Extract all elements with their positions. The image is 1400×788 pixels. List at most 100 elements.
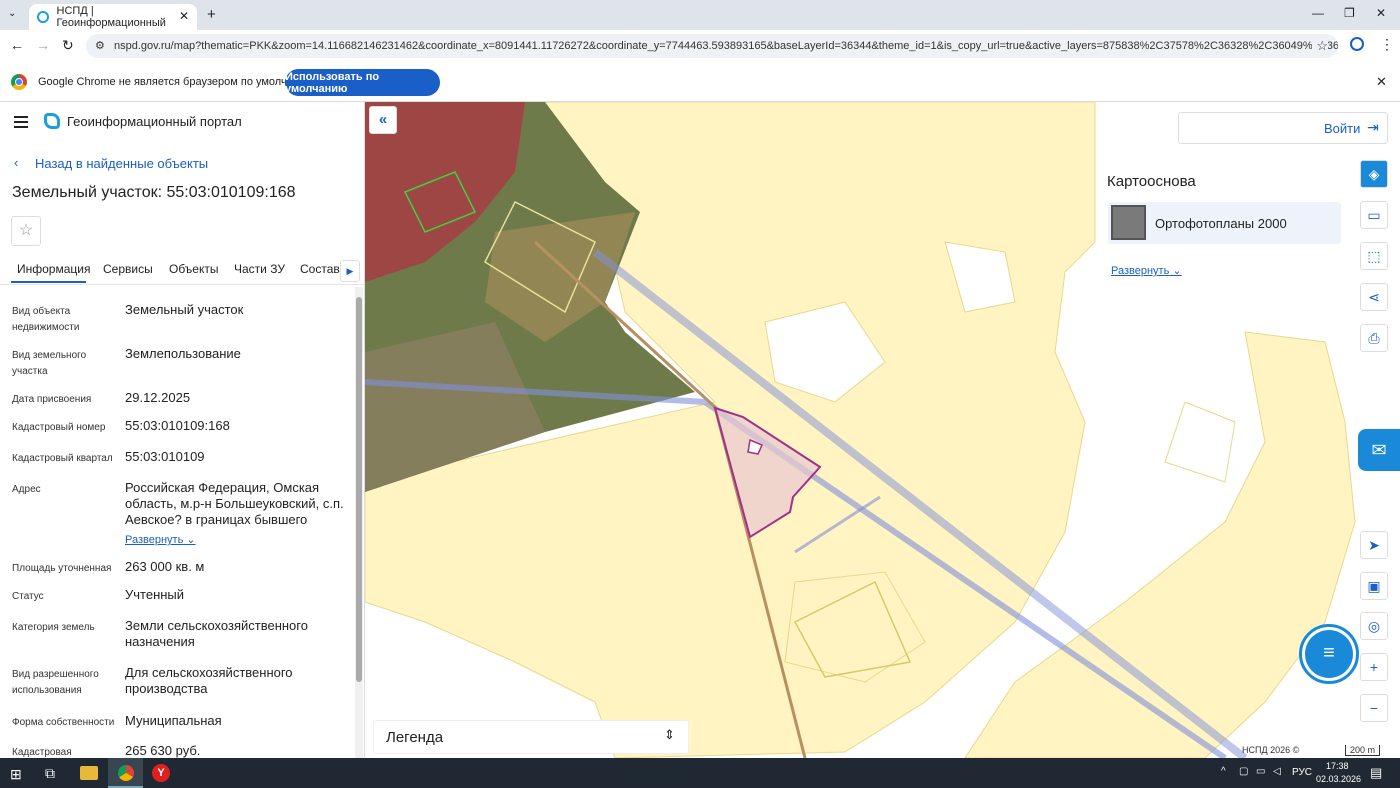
tray-device-icon[interactable]: ▢ [1239, 766, 1248, 777]
area-select-icon[interactable]: ⬚ [1360, 242, 1388, 270]
field-label: Вид земельного участка [12, 350, 87, 377]
field-value: 55:03:010109 [125, 449, 205, 464]
chrome-taskbar-button[interactable] [108, 758, 143, 788]
field-value: Для сельскохозяйственного производства [125, 665, 293, 696]
tray-chevron-icon[interactable]: ^ [1221, 766, 1226, 777]
window-close-icon[interactable]: ✕ [1376, 6, 1386, 20]
tab-list-chevron-icon[interactable]: ⌄ [8, 8, 16, 19]
task-view-icon[interactable]: ⧉ [45, 765, 55, 782]
login-button[interactable]: Войти ⇥ [1178, 112, 1388, 144]
start-icon[interactable]: ⊞ [10, 766, 22, 783]
legend-label: Легенда [386, 729, 444, 746]
restore-icon[interactable]: ❐ [1344, 6, 1355, 20]
field-label: Кадастровый квартал [12, 453, 113, 464]
menu-kebab-icon[interactable]: ⋮ [1380, 36, 1394, 53]
login-arrow-icon: ⇥ [1367, 119, 1379, 135]
legend-toggle-icon[interactable]: ⇕ [664, 727, 675, 743]
address-bar[interactable]: ⚙ nspd.gov.ru/map?thematic=PKK&zoom=14.1… [86, 34, 1338, 58]
browser-tab[interactable]: НСПД | Геоинформационный ✕ [29, 4, 197, 30]
orthophoto-thumbnail [1111, 205, 1146, 240]
field-value: 55:03:010109:168 [125, 418, 230, 433]
feedback-icon[interactable]: ✉ [1358, 429, 1400, 471]
notifications-icon[interactable]: ▤ [1370, 765, 1382, 781]
clock-date[interactable]: 02.03.2026 [1316, 774, 1361, 784]
chat-bubble-icon[interactable]: ≡ [1305, 630, 1353, 678]
field-label: Адрес [12, 484, 41, 495]
language-indicator[interactable]: РУС [1292, 767, 1312, 778]
picture-in-picture-icon[interactable]: ▣ [1360, 572, 1388, 600]
field-value: Муниципальная [125, 713, 222, 728]
forward-arrow-icon[interactable]: → [36, 37, 50, 53]
field-value: Землепользование [125, 346, 241, 361]
tab-composition[interactable]: Состав [300, 262, 340, 276]
infobar-text: Google Chrome не является браузером по у… [38, 76, 317, 88]
chrome-logo-icon [11, 74, 27, 90]
tab-services[interactable]: Сервисы [103, 262, 153, 276]
bookmark-star-icon[interactable]: ☆ [1312, 38, 1328, 54]
tabs-scroll-right-icon[interactable]: ▶ [340, 260, 360, 282]
browser-tab-bar: ⌄ НСПД | Геоинформационный ✕ + — ❐ ✕ [0, 0, 1400, 30]
reload-icon[interactable]: ↻ [62, 37, 74, 54]
field-value: Учтенный [125, 587, 185, 602]
panel-scrollbar[interactable] [355, 287, 363, 758]
legend-bar[interactable]: Легенда ⇕ [373, 720, 689, 754]
basemap-title: Картооснова [1107, 173, 1196, 190]
layers-icon[interactable]: ◈ [1360, 160, 1388, 188]
tab-parts[interactable]: Части ЗУ [234, 262, 285, 276]
tab-close-icon[interactable]: ✕ [179, 9, 189, 23]
file-explorer-icon[interactable] [80, 766, 98, 780]
site-info-icon[interactable]: ⚙ [95, 39, 105, 52]
minimize-icon[interactable]: — [1312, 6, 1324, 20]
portal-logo-icon [44, 113, 60, 129]
yandex-browser-icon[interactable]: Y [152, 764, 170, 782]
tab-information[interactable]: Информация [17, 262, 90, 276]
zoom-out-icon[interactable]: − [1360, 694, 1388, 722]
share-icon[interactable]: ⋖ [1360, 283, 1388, 311]
object-title: Земельный участок: 55:03:010109:168 [12, 184, 296, 201]
field-value: 29.12.2025 [125, 390, 191, 405]
navigate-icon[interactable]: ➤ [1360, 531, 1388, 559]
locate-icon[interactable]: ◎ [1360, 612, 1388, 640]
field-label: Площадь уточненная [12, 563, 112, 574]
expand-address-link[interactable]: Развернуть ⌄ [125, 532, 347, 548]
field-label: Вид объекта недвижимости [12, 306, 80, 333]
site-favicon-icon [37, 11, 49, 23]
set-default-button[interactable]: Использовать по умолчанию [285, 69, 440, 96]
field-value: Земельный участок [125, 302, 244, 317]
print-icon[interactable]: ⎙ [1360, 324, 1388, 352]
object-info-panel: Геоинформационный портал ‹ Назад в найде… [0, 102, 365, 758]
infobar-close-icon[interactable]: ✕ [1376, 74, 1387, 90]
default-browser-infobar: Google Chrome не является браузером по у… [0, 62, 1400, 102]
portal-title: Геоинформационный портал [67, 114, 242, 129]
field-label: Категория земель [12, 622, 95, 633]
zoom-in-icon[interactable]: + [1360, 653, 1388, 681]
chrome-icon [117, 765, 134, 781]
field-label: Дата присвоения [12, 394, 92, 405]
clock-time[interactable]: 17:38 [1326, 761, 1349, 771]
back-to-results-link[interactable]: Назад в найденные объекты [35, 156, 208, 171]
field-value: 263 000 кв. м [125, 559, 205, 574]
tray-volume-icon[interactable]: ◁ [1273, 766, 1281, 777]
chevron-down-icon: ⌄ [186, 534, 196, 546]
tab-objects[interactable]: Объекты [169, 262, 219, 276]
basemap-item[interactable]: Ортофотопланы 2000 [1108, 202, 1341, 244]
active-tab-indicator [11, 281, 86, 283]
back-chevron-icon[interactable]: ‹ [14, 155, 18, 170]
field-label: Кадастровый номер [12, 422, 106, 433]
hamburger-menu-icon[interactable] [14, 116, 28, 128]
profile-icon[interactable] [1350, 37, 1364, 51]
ruler-icon[interactable]: ▭ [1360, 201, 1388, 229]
favorite-star-icon[interactable]: ☆ [11, 216, 41, 246]
basemap-expand-link[interactable]: Развернуть ⌄ [1111, 264, 1182, 277]
map-attribution: НСПД 2026 © [1242, 745, 1300, 755]
collapse-panel-icon[interactable]: « [369, 106, 397, 134]
tray-network-icon[interactable]: ▭ [1256, 766, 1265, 777]
tab-title: НСПД | Геоинформационный [56, 5, 166, 29]
new-tab-icon[interactable]: + [207, 6, 216, 23]
field-label: Кадастровая [12, 747, 72, 758]
field-value: Российская Федерация, Омская область, м.… [125, 480, 344, 527]
tabs-divider [0, 284, 364, 285]
map-canvas[interactable]: « Войти ⇥ Картооснова Ортофотопланы 2000… [365, 102, 1400, 758]
field-label: Статус [12, 591, 44, 602]
back-arrow-icon[interactable]: ← [10, 37, 24, 53]
